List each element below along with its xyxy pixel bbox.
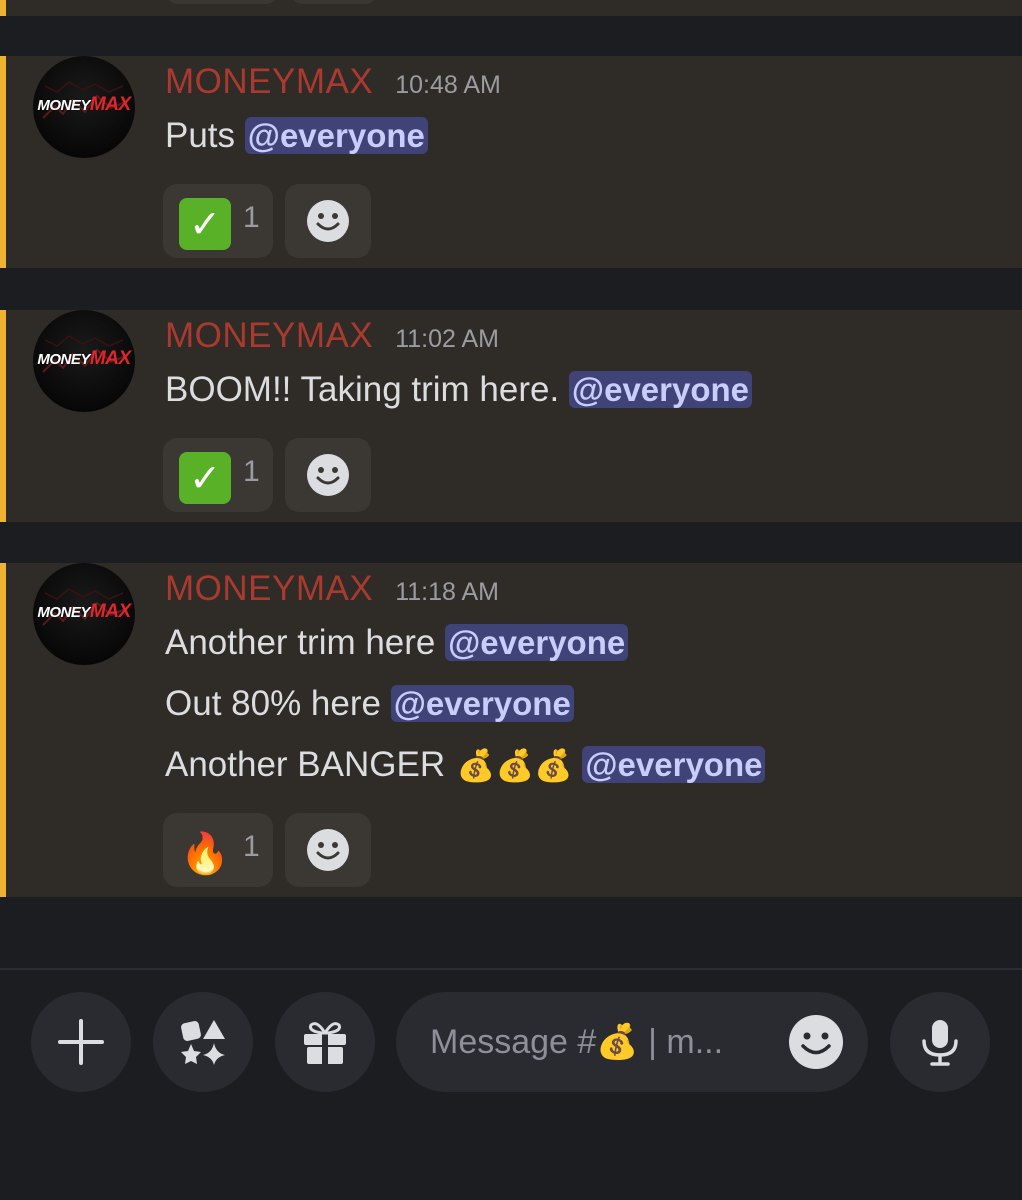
gift-button[interactable]	[275, 992, 375, 1092]
avatar-logo: MONEYMAX	[37, 348, 131, 369]
message-3: MONEYMAX MONEYMAX 11:18 AM Another trim h…	[0, 563, 1022, 897]
reaction-fire[interactable]: 🔥 1	[163, 813, 273, 887]
check-mark-icon: ✓	[179, 198, 231, 250]
username[interactable]: MONEYMAX	[165, 569, 373, 608]
username[interactable]: MONEYMAX	[165, 316, 373, 355]
reaction-count: 1	[243, 830, 260, 863]
message-2: MONEYMAX MONEYMAX 11:02 AM BOOM!! Taking …	[0, 310, 1022, 522]
message-header: MONEYMAX 11:18 AM	[165, 569, 499, 613]
message-text: Another trim here	[165, 623, 446, 662]
voice-message-button[interactable]	[890, 992, 990, 1092]
money-bag-emojis: 💰💰💰	[456, 748, 573, 783]
avatar[interactable]: MONEYMAX	[33, 563, 135, 665]
fire-icon: 🔥	[180, 830, 230, 877]
everyone-mention[interactable]: @everyone	[445, 624, 629, 661]
microphone-icon	[922, 1020, 958, 1066]
message-input-placeholder: Message #💰 | m...	[430, 1023, 724, 1061]
reaction-pill-fragment[interactable]	[166, 0, 278, 4]
message-line: Out 80% here @everyone	[165, 684, 574, 724]
add-reaction-fragment[interactable]	[291, 0, 377, 4]
avatar-logo: MONEYMAX	[37, 94, 131, 115]
apps-button[interactable]	[153, 992, 253, 1092]
message-input[interactable]: Message #💰 | m...	[396, 992, 868, 1092]
message-1: MONEYMAX MONEYMAX 10:48 AM Puts @everyone…	[0, 56, 1022, 268]
reaction-check[interactable]: ✓ 1	[163, 184, 273, 258]
message-line: Another BANGER 💰💰💰 @everyone	[165, 745, 766, 785]
reaction-check[interactable]: ✓ 1	[163, 438, 273, 512]
timestamp: 11:18 AM	[395, 578, 499, 606]
message-text: Another BANGER	[165, 745, 455, 784]
username[interactable]: MONEYMAX	[165, 62, 373, 101]
message-text: Puts	[165, 116, 245, 155]
everyone-mention[interactable]: @everyone	[582, 746, 766, 783]
add-reaction-button[interactable]	[285, 184, 371, 258]
emoji-icon[interactable]	[788, 1014, 844, 1070]
everyone-mention[interactable]: @everyone	[568, 371, 753, 408]
reaction-count: 1	[243, 455, 260, 488]
message-text: BOOM!! Taking trim here.	[165, 370, 569, 409]
avatar[interactable]: MONEYMAX	[33, 310, 135, 412]
add-reaction-button[interactable]	[285, 813, 371, 887]
plus-icon	[58, 1019, 104, 1065]
composer-divider	[0, 968, 1022, 970]
apps-icon	[181, 1020, 225, 1065]
timestamp: 11:02 AM	[395, 325, 499, 353]
discord-channel-view: MONEYMAX MONEYMAX 10:48 AM Puts @everyone…	[0, 0, 1022, 1200]
check-mark-icon: ✓	[179, 452, 231, 504]
gift-icon	[304, 1022, 346, 1064]
reaction-count: 1	[243, 201, 260, 234]
smiley-icon	[307, 454, 349, 496]
avatar-logo: MONEYMAX	[37, 601, 131, 622]
smiley-icon	[307, 200, 349, 242]
attach-plus-button[interactable]	[31, 992, 131, 1092]
everyone-mention[interactable]: @everyone	[244, 117, 428, 154]
add-reaction-button[interactable]	[285, 438, 371, 512]
timestamp: 10:48 AM	[395, 71, 501, 99]
message-line: Puts @everyone	[165, 116, 428, 156]
previous-message-fragment	[0, 0, 1022, 16]
message-text: Out 80% here	[165, 684, 391, 723]
everyone-mention[interactable]: @everyone	[390, 685, 574, 722]
avatar[interactable]: MONEYMAX	[33, 56, 135, 158]
smiley-icon	[307, 829, 349, 871]
message-line: Another trim here @everyone	[165, 623, 629, 663]
message-header: MONEYMAX 10:48 AM	[165, 62, 501, 106]
message-line: BOOM!! Taking trim here. @everyone	[165, 370, 753, 410]
message-header: MONEYMAX 11:02 AM	[165, 316, 499, 360]
